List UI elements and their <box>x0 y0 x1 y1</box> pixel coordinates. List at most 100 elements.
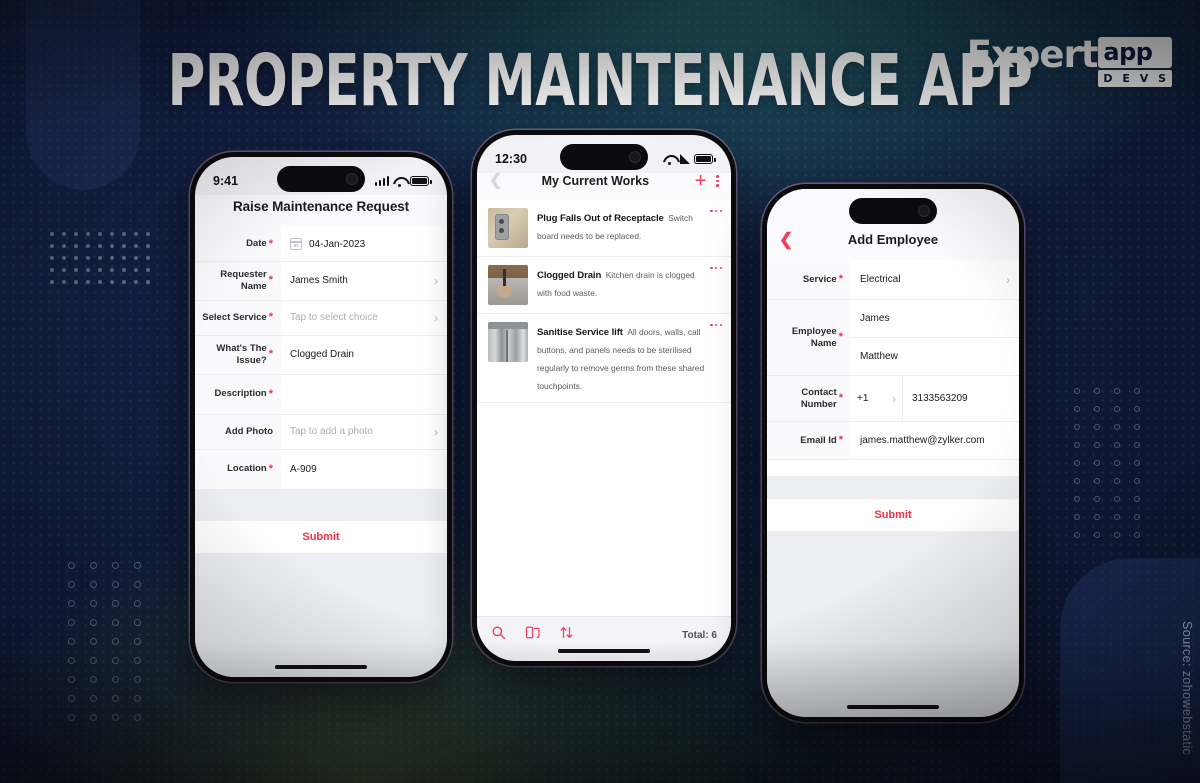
phone-mockup-raise-request: 9:41 Raise Maintenance Request Date * 31… <box>190 152 452 682</box>
status-bar: 12:30 <box>477 135 731 173</box>
value-text: Matthew <box>860 351 898 362</box>
search-icon[interactable] <box>491 625 506 645</box>
issue-value[interactable]: Clogged Drain <box>281 336 447 374</box>
field-label: Email Id * <box>767 422 851 459</box>
filter-icon[interactable] <box>525 625 540 645</box>
dynamic-island <box>849 198 937 224</box>
requester-name-value[interactable]: James Smith › <box>281 262 447 300</box>
list-item[interactable]: Plug Falls Out of Receptacle Switch boar… <box>477 200 731 257</box>
form-gap <box>195 489 447 520</box>
field-label: Description * <box>195 374 281 414</box>
label-text: Contact Number <box>800 386 837 410</box>
list-item-text: Clogged Drain Kitchen drain is clogged w… <box>537 265 721 305</box>
chevron-right-icon: › <box>434 273 438 288</box>
field-row-service[interactable]: Service * Electrical › <box>767 260 1019 300</box>
form-gap <box>767 476 1019 498</box>
field-row-date[interactable]: Date * 31 04-Jan-2023 <box>195 227 447 262</box>
home-indicator <box>558 649 650 653</box>
required-marker: * <box>838 392 843 404</box>
first-name-row[interactable]: James <box>851 300 1019 338</box>
last-name-row[interactable]: Matthew <box>851 338 1019 375</box>
list-item[interactable]: Sanitise Service lift All doors, walls, … <box>477 314 731 403</box>
overflow-dots-icon[interactable] <box>710 267 722 270</box>
list-item-title: Sanitise Service lift <box>537 327 623 338</box>
field-label: Location * <box>195 449 281 489</box>
service-value[interactable]: Electrical › <box>851 260 1019 299</box>
my-current-works-screen: 12:30 ❮ My Current Works + Plug Falls Ou… <box>477 135 731 661</box>
required-marker: * <box>268 311 273 324</box>
battery-icon <box>694 154 716 164</box>
phone-mockup-current-works: 12:30 ❮ My Current Works + Plug Falls Ou… <box>472 130 736 666</box>
chevron-right-icon: › <box>1006 272 1010 287</box>
signal-icon <box>680 154 690 164</box>
field-row-add-photo[interactable]: Add Photo Tap to add a photo › <box>195 414 447 450</box>
value-text: Electrical <box>860 274 901 285</box>
plus-icon[interactable]: + <box>688 171 714 191</box>
app-bar: ❮ My Current Works + <box>477 171 731 200</box>
add-photo-value[interactable]: Tap to add a photo › <box>281 415 447 449</box>
list-item[interactable]: Clogged Drain Kitchen drain is clogged w… <box>477 257 731 314</box>
field-row-requester-name[interactable]: Requester Name * James Smith › <box>195 262 447 301</box>
select-service-value[interactable]: Tap to select choice › <box>281 301 447 335</box>
date-value-cell[interactable]: 31 04-Jan-2023 <box>281 227 447 261</box>
list-item-title: Plug Falls Out of Receptacle <box>537 213 664 224</box>
last-name-value[interactable]: Matthew <box>851 338 1019 375</box>
first-name-value[interactable]: James <box>851 300 1019 337</box>
label-text: Description <box>214 388 267 400</box>
required-marker: * <box>268 237 273 250</box>
required-marker: * <box>838 273 843 285</box>
field-row-description[interactable]: Description * <box>195 374 447 415</box>
status-time: 12:30 <box>495 152 527 166</box>
field-label: Contact Number * <box>767 376 851 421</box>
description-value[interactable] <box>281 375 447 414</box>
location-value[interactable]: A-909 <box>281 450 447 489</box>
form-bottom-white <box>767 460 1019 476</box>
kebab-menu-icon[interactable] <box>713 174 719 188</box>
field-row-location[interactable]: Location * A-909 <box>195 449 447 490</box>
contact-number-value[interactable]: 3133563209 <box>903 376 1019 421</box>
app-bar: ❮ Add Employee <box>767 229 1019 260</box>
chevron-right-icon: › <box>892 391 896 406</box>
poster-canvas: PROPERTY MAINTENANCE APP Expert app D E … <box>0 0 1200 783</box>
work-thumbnail <box>488 208 528 248</box>
phone2-screen: 12:30 ❮ My Current Works + Plug Falls Ou… <box>477 135 731 661</box>
value-text: james.matthew@zylker.com <box>860 435 985 446</box>
field-row-select-service[interactable]: Select Service * Tap to select choice › <box>195 300 447 336</box>
field-row-issue[interactable]: What's The Issue? * Clogged Drain <box>195 335 447 375</box>
work-thumbnail <box>488 265 528 305</box>
label-text: What's The Issue? <box>216 342 267 366</box>
label-text: Date <box>246 238 267 250</box>
raise-maintenance-request-screen: 9:41 Raise Maintenance Request Date * 31… <box>195 157 447 677</box>
phone3-screen: ❮ Add Employee Service * Electrical › Em… <box>767 189 1019 717</box>
required-marker: * <box>838 331 843 343</box>
field-row-contact-number[interactable]: Contact Number * +1 › 3133563209 <box>767 376 1019 422</box>
home-indicator <box>847 705 939 709</box>
logo-devs-badge: D E V S <box>1098 70 1172 87</box>
screen-filler <box>767 532 1019 717</box>
required-marker: * <box>268 387 273 400</box>
list-item-title: Clogged Drain <box>537 270 602 281</box>
value-text: 3133563209 <box>912 393 968 404</box>
country-code-selector[interactable]: +1 › <box>851 376 903 421</box>
works-list[interactable]: Plug Falls Out of Receptacle Switch boar… <box>477 200 731 408</box>
circle-grid-bottom-left <box>62 556 150 727</box>
field-row-email[interactable]: Email Id * james.matthew@zylker.com <box>767 422 1019 460</box>
label-text: Requester Name <box>220 269 267 292</box>
list-item[interactable]: Pool needs to be cleaned Debris needs to… <box>477 403 731 408</box>
field-row-employee-name[interactable]: Employee Name * James Matthew <box>767 300 1019 376</box>
overflow-dots-icon[interactable] <box>710 324 722 327</box>
maintenance-form: Date * 31 04-Jan-2023 Requester Name * Jam… <box>195 227 447 490</box>
back-arrow-icon[interactable]: ❮ <box>489 173 503 189</box>
overflow-dots-icon[interactable] <box>710 210 722 213</box>
total-count-label: Total: 6 <box>682 629 717 641</box>
email-value[interactable]: james.matthew@zylker.com <box>851 422 1019 459</box>
chevron-right-icon: › <box>434 310 438 325</box>
sort-icon[interactable] <box>559 625 574 645</box>
label-text: Add Photo <box>224 425 273 437</box>
field-label: Add Photo <box>195 414 281 449</box>
wifi-icon <box>663 154 676 165</box>
submit-button[interactable]: Submit <box>767 498 1019 532</box>
label-text: Email Id <box>800 434 837 446</box>
submit-button[interactable]: Submit <box>195 519 447 554</box>
field-label: Requester Name * <box>195 262 281 300</box>
